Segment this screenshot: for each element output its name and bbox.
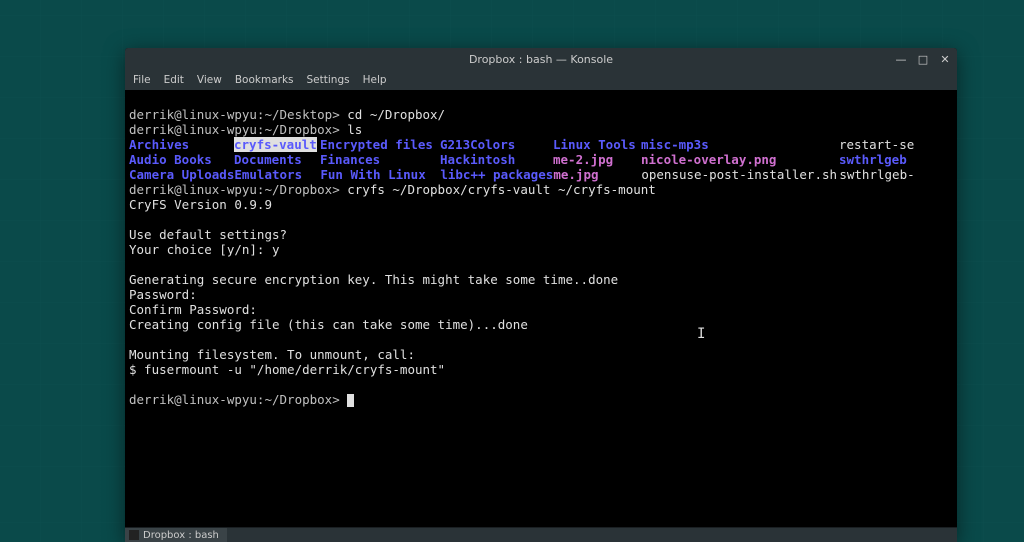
dir-entry: libc++ packages [440,167,553,182]
menu-settings[interactable]: Settings [307,74,350,86]
dir-entry: Emulators [234,167,320,182]
command: cd ~/Dropbox/ [340,107,445,122]
output-line: Mounting filesystem. To unmount, call: [129,347,415,362]
menubar: File Edit View Bookmarks Settings Help [125,70,957,90]
output-line: Creating config file (this can take some… [129,317,528,332]
image-entry: nicole-overlay.png [641,152,839,167]
terminal-area[interactable]: derrik@linux-wpyu:~/Desktop> cd ~/Dropbo… [125,90,957,527]
dir-entry: misc-mp3s [641,137,839,152]
image-entry: me-2.jpg [553,152,641,167]
dir-entry: Fun With Linux [320,167,440,182]
prompt: derrik@linux-wpyu:~/Dropbox> [129,122,340,137]
prompt: derrik@linux-wpyu:~/Dropbox> [129,392,340,407]
output-line: Generating secure encryption key. This m… [129,272,618,287]
ls-row: Archivescryfs-vaultEncrypted filesG213Co… [129,137,953,152]
dir-entry: Audio Books [129,152,234,167]
window-title: Dropbox : bash — Konsole [469,53,613,66]
dir-entry: Documents [234,152,320,167]
dir-entry: G213Colors [440,137,553,152]
prompt: derrik@linux-wpyu:~/Dropbox> [129,182,340,197]
text-cursor-icon: I [697,327,705,342]
minimize-button[interactable]: — [895,53,907,66]
command: ls [340,122,363,137]
output-line: CryFS Version 0.9.9 [129,197,272,212]
dir-entry: swthrlgeb [839,152,907,167]
file-entry: opensuse-post-installer.sh [641,167,839,182]
tab-active[interactable]: Dropbox : bash [125,528,227,542]
maximize-button[interactable]: □ [917,53,929,66]
menu-help[interactable]: Help [363,74,387,86]
dir-entry: Camera Uploads [129,167,234,182]
output-line: $ fusermount -u "/home/derrik/cryfs-moun… [129,362,445,377]
output-line: Password: [129,287,204,302]
dir-entry: Archives [129,137,234,152]
image-entry: me.jpg [553,167,641,182]
terminal-cursor [347,394,354,407]
dir-entry: Hackintosh [440,152,553,167]
menu-bookmarks[interactable]: Bookmarks [235,74,294,86]
close-button[interactable]: ✕ [939,53,951,66]
konsole-window: Dropbox : bash — Konsole — □ ✕ File Edit… [125,48,957,542]
window-controls: — □ ✕ [895,48,951,70]
output-line: Use default settings? [129,227,287,242]
dir-entry-selected: cryfs-vault [234,137,317,152]
terminal-icon [129,530,139,540]
menu-view[interactable]: View [197,74,222,86]
file-entry: swthrlgeb- [839,167,914,182]
menu-file[interactable]: File [133,74,151,86]
ls-row: Camera UploadsEmulatorsFun With Linuxlib… [129,167,953,182]
tab-bar: Dropbox : bash [125,527,957,542]
menu-edit[interactable]: Edit [164,74,184,86]
prompt: derrik@linux-wpyu:~/Desktop> [129,107,340,122]
ls-row: Audio BooksDocumentsFinancesHackintoshme… [129,152,953,167]
dir-entry: Encrypted files [320,137,440,152]
window-titlebar[interactable]: Dropbox : bash — Konsole — □ ✕ [125,48,957,70]
output-line: Confirm Password: [129,302,264,317]
output-line: Your choice [y/n]: y [129,242,280,257]
dir-entry: Finances [320,152,440,167]
file-entry: restart-se [839,137,914,152]
dir-entry: Linux Tools [553,137,641,152]
command: cryfs ~/Dropbox/cryfs-vault ~/cryfs-moun… [340,182,656,197]
tab-label: Dropbox : bash [143,530,219,541]
